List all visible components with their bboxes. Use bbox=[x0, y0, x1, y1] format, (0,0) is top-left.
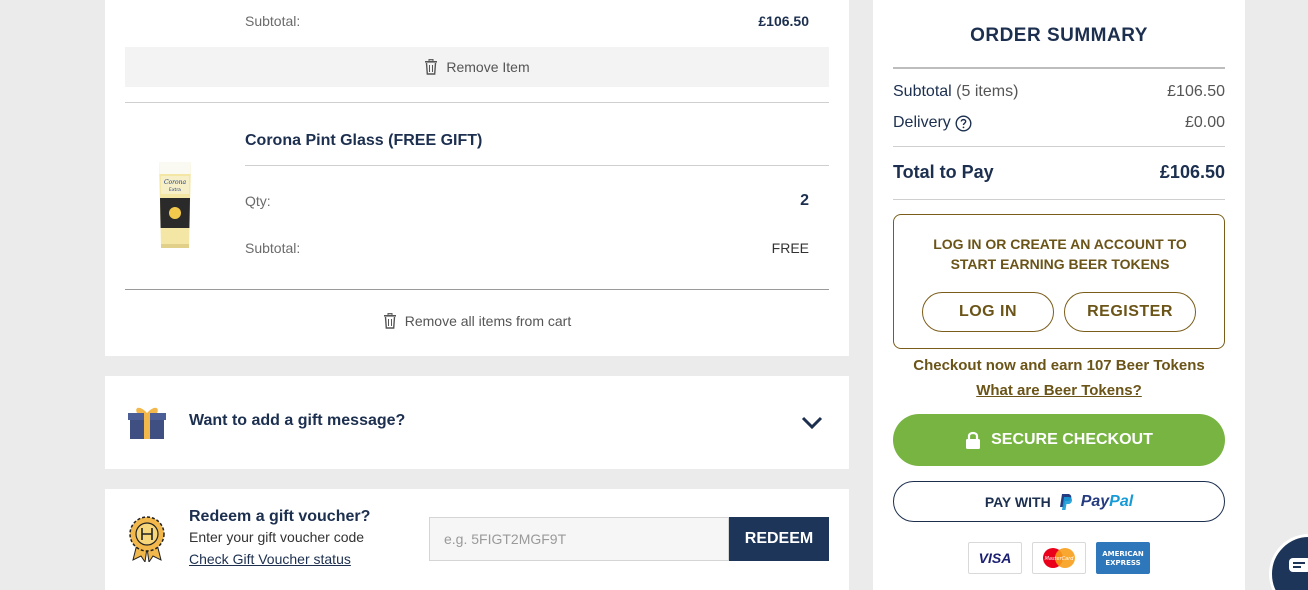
remove-item-label: Remove Item bbox=[446, 59, 530, 75]
voucher-card: Redeem a gift voucher? Enter your gift v… bbox=[105, 489, 849, 590]
divider bbox=[893, 146, 1225, 147]
order-summary-card: ORDER SUMMARY Subtotal (5 items) £106.50… bbox=[873, 0, 1245, 590]
gift-icon bbox=[128, 407, 166, 439]
qty-value: 2 bbox=[800, 192, 809, 209]
gift-message-toggle[interactable]: Want to add a gift message? bbox=[105, 376, 849, 469]
secure-checkout-button[interactable]: SECURE CHECKOUT bbox=[893, 414, 1225, 466]
delivery-label-group: Delivery bbox=[893, 114, 972, 132]
gift-message-label: Want to add a gift message? bbox=[189, 412, 406, 429]
subtotal-label: Subtotal: bbox=[245, 240, 301, 256]
beer-tokens-box: LOG IN OR CREATE AN ACCOUNT TO START EAR… bbox=[893, 214, 1225, 349]
remove-all-button[interactable]: Remove all items from cart bbox=[125, 313, 829, 329]
prev-subtotal-value: £106.50 bbox=[758, 13, 809, 29]
paypal-pay-text: Pay bbox=[1080, 492, 1110, 510]
paypal-logo-icon bbox=[1059, 493, 1072, 510]
paypal-button[interactable]: PAY WITH PayPal bbox=[893, 481, 1225, 522]
chevron-down-icon[interactable] bbox=[801, 416, 823, 430]
paypal-pal-text: Pal bbox=[1109, 492, 1134, 510]
chat-icon bbox=[1289, 558, 1308, 572]
total-label: Total to Pay bbox=[893, 162, 994, 182]
product-title[interactable]: Corona Pint Glass (FREE GIFT) bbox=[245, 132, 482, 150]
svg-text:Extra: Extra bbox=[169, 187, 181, 193]
voucher-code-input[interactable] bbox=[429, 517, 729, 561]
lock-icon bbox=[966, 431, 981, 449]
paypal-prefix: PAY WITH bbox=[984, 493, 1051, 510]
divider bbox=[893, 67, 1225, 69]
total-value: £106.50 bbox=[1159, 162, 1225, 182]
tokens-message: LOG IN OR CREATE AN ACCOUNT TO START EAR… bbox=[894, 234, 1226, 274]
chat-widget-button[interactable] bbox=[1269, 534, 1308, 590]
mastercard-icon: MasterCard bbox=[1043, 548, 1075, 568]
qty-label: Qty: bbox=[245, 193, 271, 209]
summary-subtotal-value: £106.50 bbox=[1167, 83, 1225, 100]
visa-logo: VISA bbox=[968, 542, 1022, 574]
amex-line2: EXPRESS bbox=[1105, 559, 1140, 567]
login-button[interactable]: LOG IN bbox=[922, 292, 1054, 332]
delivery-row: Delivery £0.00 bbox=[893, 114, 1225, 132]
earn-tokens-text: Checkout now and earn 107 Beer Tokens bbox=[913, 357, 1205, 374]
redeem-button[interactable]: REDEEM bbox=[729, 517, 829, 561]
help-icon[interactable] bbox=[955, 114, 972, 132]
amex-line1: AMERICAN bbox=[1102, 550, 1144, 558]
subtotal-row: Subtotal (5 items) £106.50 bbox=[893, 83, 1225, 101]
divider bbox=[245, 165, 829, 166]
product-image: Corona Extra bbox=[159, 162, 191, 248]
subtotal-value: FREE bbox=[771, 240, 809, 256]
subtotal-label-group: Subtotal (5 items) bbox=[893, 83, 1018, 101]
trash-icon bbox=[425, 59, 438, 75]
voucher-badge-icon bbox=[129, 516, 165, 562]
paypal-wordmark: PayPal bbox=[1081, 493, 1133, 511]
remove-all-label: Remove all items from cart bbox=[404, 313, 572, 329]
register-button[interactable]: REGISTER bbox=[1064, 292, 1196, 332]
prev-subtotal-label: Subtotal: bbox=[245, 13, 301, 29]
mastercard-logo: MasterCard bbox=[1032, 542, 1086, 574]
summary-title: ORDER SUMMARY bbox=[970, 25, 1148, 46]
secure-checkout-label: SECURE CHECKOUT bbox=[991, 431, 1153, 448]
voucher-status-link[interactable]: Check Gift Voucher status bbox=[189, 551, 351, 567]
trash-icon bbox=[383, 313, 396, 329]
summary-subtotal-label: Subtotal bbox=[893, 83, 952, 100]
remove-item-button[interactable]: Remove Item bbox=[125, 47, 829, 87]
voucher-subtitle: Enter your gift voucher code bbox=[189, 529, 365, 545]
voucher-title: Redeem a gift voucher? bbox=[189, 508, 371, 525]
visa-logo-text: VISA bbox=[978, 550, 1012, 566]
delivery-value: £0.00 bbox=[1184, 114, 1225, 131]
glass-brand-text: Corona bbox=[164, 179, 187, 186]
divider bbox=[893, 199, 1225, 200]
cart-card: Subtotal: £106.50 Remove Item Corona Ext… bbox=[105, 0, 849, 356]
divider bbox=[125, 102, 829, 103]
amex-icon: AMERICAN EXPRESS bbox=[1102, 550, 1144, 567]
tokens-message-line1: LOG IN OR CREATE AN ACCOUNT TO bbox=[933, 236, 1187, 252]
summary-item-count: (5 items) bbox=[956, 83, 1019, 100]
tokens-message-line2: START EARNING BEER TOKENS bbox=[950, 256, 1170, 272]
amex-logo: AMERICAN EXPRESS bbox=[1096, 542, 1150, 574]
mastercard-logo-text: MasterCard bbox=[1045, 556, 1075, 562]
total-row: Total to Pay £106.50 bbox=[893, 162, 1225, 183]
what-are-beer-tokens-link[interactable]: What are Beer Tokens? bbox=[873, 382, 1245, 399]
divider bbox=[125, 289, 829, 290]
delivery-label: Delivery bbox=[893, 114, 951, 131]
